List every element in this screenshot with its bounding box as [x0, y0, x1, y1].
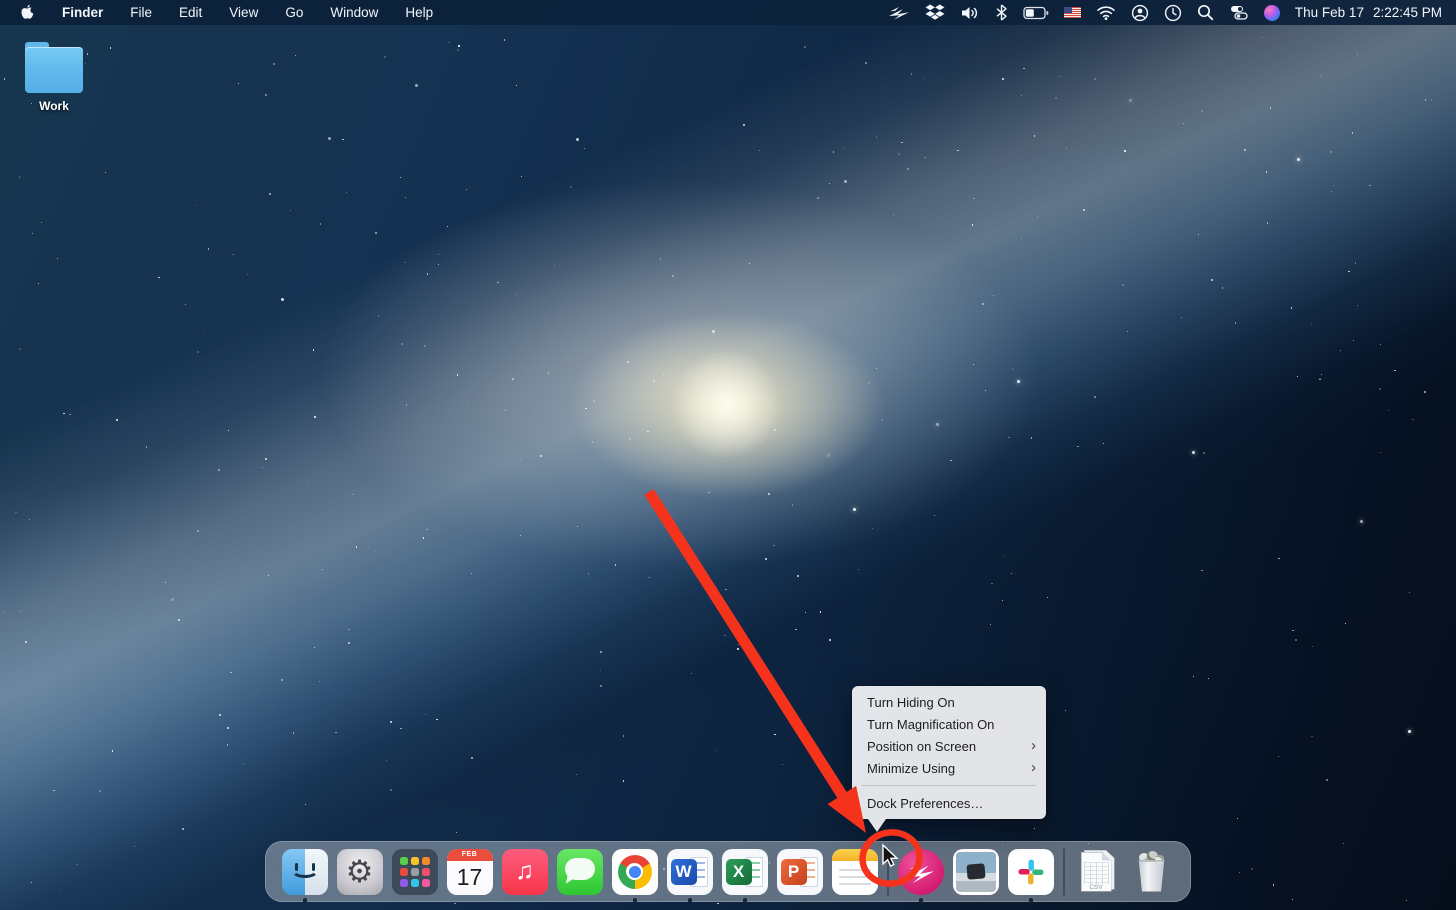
- submenu-chevron-icon: ›: [1031, 738, 1036, 753]
- image-preview-icon: [953, 849, 999, 895]
- word-icon: W: [667, 849, 713, 895]
- dock-item-launchpad[interactable]: [392, 849, 438, 895]
- dock-item-spark-mail[interactable]: [898, 849, 944, 895]
- csv-documents-icon: CSV: [1074, 849, 1120, 895]
- folder-label: Work: [14, 99, 94, 113]
- trash-full-icon: [1129, 849, 1175, 895]
- powerpoint-icon: P: [777, 849, 823, 895]
- menu-separator: [862, 785, 1036, 786]
- apple-menu-icon[interactable]: [20, 4, 35, 21]
- running-indicator: [1029, 898, 1034, 903]
- menu-go[interactable]: Go: [285, 5, 303, 20]
- dock-item-excel[interactable]: X: [722, 849, 768, 895]
- dock-item-notes[interactable]: [832, 849, 878, 895]
- notes-icon: [832, 849, 878, 895]
- dock-item-slack[interactable]: [1008, 849, 1054, 895]
- spark-bird-icon[interactable]: [888, 3, 910, 23]
- dropbox-icon[interactable]: [925, 3, 945, 23]
- menubar-time: 2:22:45 PM: [1373, 5, 1442, 20]
- dock-item-csv-documents[interactable]: CSV: [1074, 849, 1120, 895]
- desktop-screen: Finder File Edit View Go Window Help: [0, 0, 1456, 910]
- excel-icon: X: [722, 849, 768, 895]
- submenu-chevron-icon: ›: [1031, 760, 1036, 775]
- dock: ⚙ FEB 17 ♫ W: [265, 841, 1191, 902]
- launchpad-icon: [392, 849, 438, 895]
- running-indicator: [633, 898, 638, 903]
- system-preferences-gear-icon: ⚙: [337, 849, 383, 895]
- menu-view[interactable]: View: [229, 5, 258, 20]
- dock-context-menu: Turn Hiding On Turn Magnification On Pos…: [852, 686, 1046, 819]
- menu-item-turn-hiding-on[interactable]: Turn Hiding On: [852, 691, 1046, 713]
- menu-help[interactable]: Help: [405, 5, 433, 20]
- running-indicator: [688, 898, 693, 903]
- menu-window[interactable]: Window: [330, 5, 378, 20]
- dock-item-system-preferences[interactable]: ⚙: [337, 849, 383, 895]
- dock-item-finder[interactable]: [282, 849, 328, 895]
- chrome-icon: [612, 849, 658, 895]
- dock-item-music[interactable]: ♫: [502, 849, 548, 895]
- calendar-icon: FEB 17: [447, 849, 493, 895]
- volume-icon[interactable]: [960, 3, 980, 23]
- wifi-icon[interactable]: [1096, 3, 1116, 23]
- wallpaper-stars: [0, 0, 1456, 910]
- music-note-icon: ♫: [502, 849, 548, 895]
- bluetooth-icon[interactable]: [995, 3, 1008, 23]
- menu-edit[interactable]: Edit: [179, 5, 202, 20]
- menu-item-turn-magnification-on[interactable]: Turn Magnification On: [852, 713, 1046, 735]
- running-indicator: [919, 898, 924, 903]
- dock-item-word[interactable]: W: [667, 849, 713, 895]
- menu-file[interactable]: File: [130, 5, 152, 20]
- dock-separator: [1063, 848, 1065, 896]
- recents-clock-icon[interactable]: [1164, 3, 1182, 23]
- siri-icon[interactable]: [1264, 3, 1280, 23]
- control-center-icon[interactable]: [1229, 3, 1249, 23]
- messages-bubble-icon: [557, 849, 603, 895]
- user-account-icon[interactable]: [1131, 3, 1149, 23]
- menu-item-position-on-screen[interactable]: Position on Screen ›: [852, 735, 1046, 757]
- dock-item-trash[interactable]: [1129, 849, 1175, 895]
- finder-icon: [282, 849, 328, 895]
- desktop-folder-work[interactable]: Work: [14, 40, 94, 113]
- dock-item-messages[interactable]: [557, 849, 603, 895]
- folder-icon: [23, 40, 85, 96]
- menu-bar: Finder File Edit View Go Window Help: [0, 0, 1456, 25]
- menu-pointer-tail: [868, 819, 886, 832]
- running-indicator: [743, 898, 748, 903]
- menubar-clock[interactable]: Thu Feb 17 2:22:45 PM: [1295, 5, 1442, 20]
- input-source-us-flag-icon[interactable]: [1064, 3, 1081, 23]
- battery-icon[interactable]: [1023, 3, 1049, 23]
- menu-item-minimize-using[interactable]: Minimize Using ›: [852, 757, 1046, 779]
- dock-item-powerpoint[interactable]: P: [777, 849, 823, 895]
- dock-item-image-preview[interactable]: [953, 849, 999, 895]
- menubar-app-name[interactable]: Finder: [62, 5, 103, 20]
- running-indicator: [303, 898, 308, 903]
- menu-item-dock-preferences[interactable]: Dock Preferences…: [852, 792, 1046, 814]
- spark-bird-app-icon: [898, 849, 944, 895]
- dock-item-chrome[interactable]: [612, 849, 658, 895]
- spotlight-search-icon[interactable]: [1197, 3, 1214, 23]
- dock-item-calendar[interactable]: FEB 17: [447, 849, 493, 895]
- dock-separator: [887, 848, 889, 896]
- menubar-date: Thu Feb 17: [1295, 5, 1364, 20]
- slack-icon: [1008, 849, 1054, 895]
